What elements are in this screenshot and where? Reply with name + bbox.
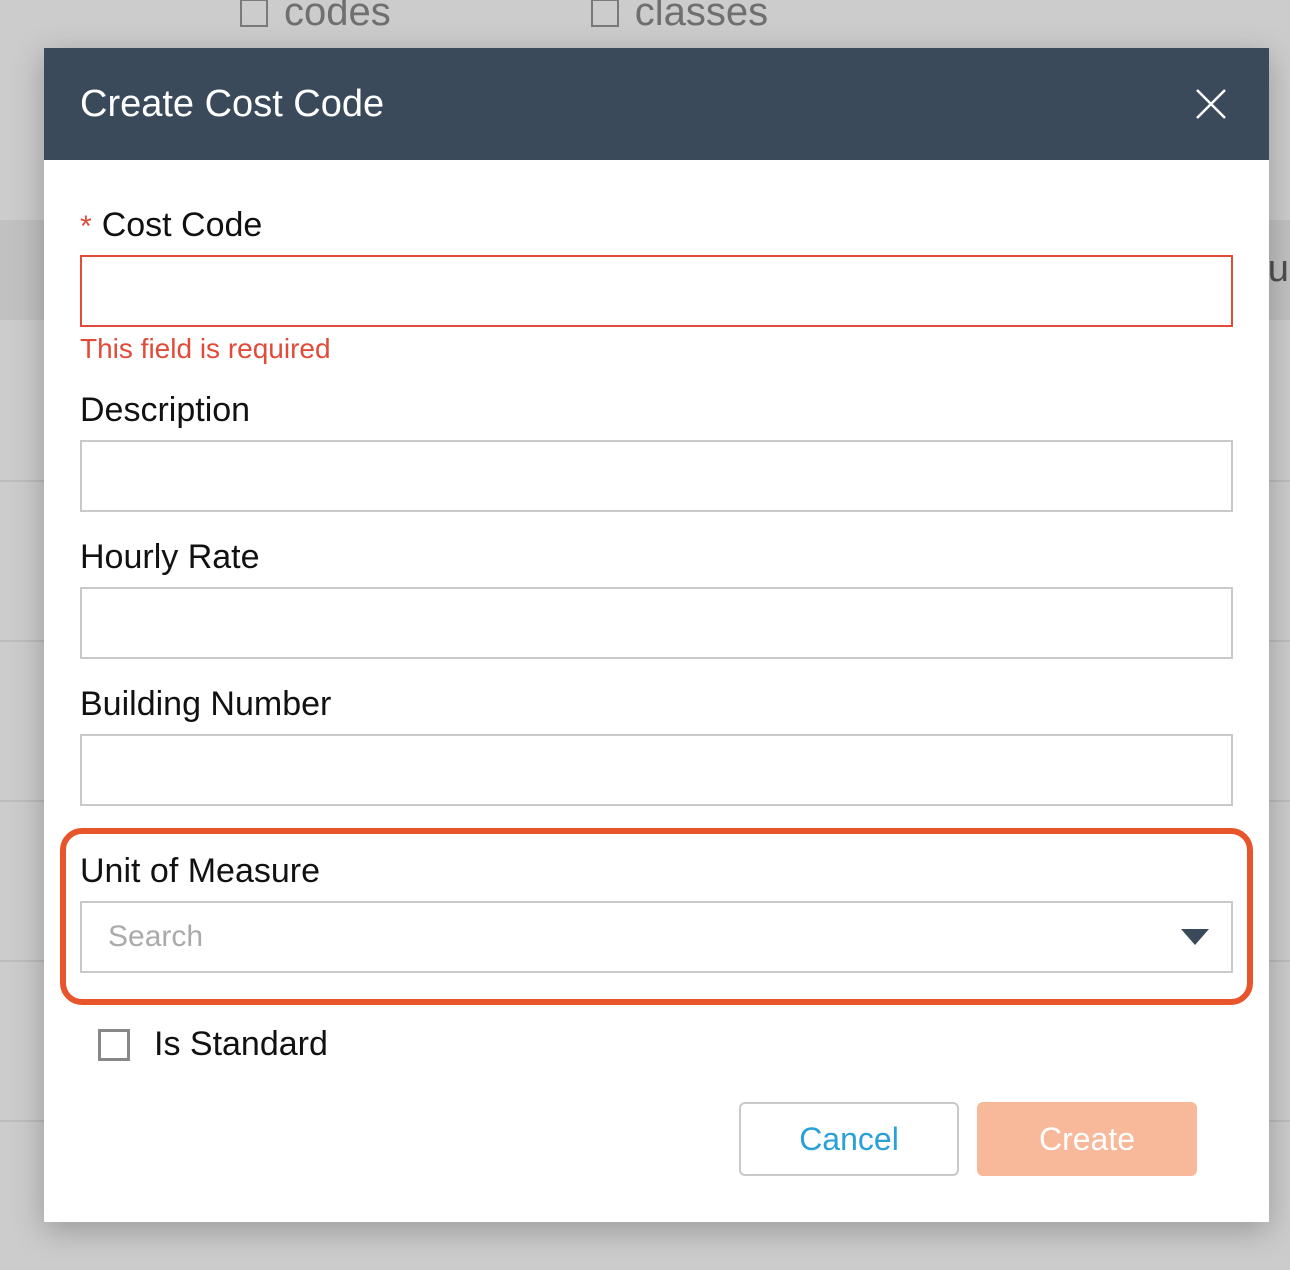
create-cost-code-modal: Create Cost Code * Cost Code This field … bbox=[44, 48, 1269, 1222]
unit-of-measure-input[interactable]: Search bbox=[80, 901, 1233, 973]
description-label: Description bbox=[80, 391, 250, 430]
field-cost-code: * Cost Code This field is required bbox=[80, 206, 1233, 365]
cost-code-input[interactable] bbox=[80, 255, 1233, 327]
unit-of-measure-label: Unit of Measure bbox=[80, 852, 320, 891]
required-asterisk: * bbox=[80, 210, 92, 244]
cancel-button[interactable]: Cancel bbox=[739, 1102, 959, 1176]
close-button[interactable] bbox=[1189, 82, 1233, 126]
hourly-rate-label: Hourly Rate bbox=[80, 538, 260, 577]
unit-of-measure-highlight: Unit of Measure Search bbox=[60, 828, 1253, 1005]
cost-code-error: This field is required bbox=[80, 333, 1233, 365]
close-icon bbox=[1193, 86, 1229, 122]
modal-header: Create Cost Code bbox=[44, 48, 1269, 160]
unit-of-measure-select[interactable]: Search bbox=[80, 901, 1233, 973]
is-standard-checkbox[interactable] bbox=[98, 1029, 130, 1061]
cost-code-label: Cost Code bbox=[102, 206, 263, 245]
field-is-standard: Is Standard bbox=[80, 1025, 1233, 1064]
field-description: Description bbox=[80, 391, 1233, 512]
unit-of-measure-placeholder: Search bbox=[108, 920, 203, 954]
cancel-button-label: Cancel bbox=[799, 1121, 899, 1158]
modal-title: Create Cost Code bbox=[80, 83, 384, 126]
hourly-rate-input[interactable] bbox=[80, 587, 1233, 659]
field-unit-of-measure: Unit of Measure Search bbox=[80, 852, 1233, 973]
create-button[interactable]: Create bbox=[977, 1102, 1197, 1176]
field-building-number: Building Number bbox=[80, 685, 1233, 806]
is-standard-label: Is Standard bbox=[154, 1025, 328, 1064]
cost-code-label-row: * Cost Code bbox=[80, 206, 1233, 245]
building-number-label: Building Number bbox=[80, 685, 331, 724]
create-button-label: Create bbox=[1039, 1121, 1135, 1158]
modal-footer: Cancel Create bbox=[80, 1082, 1233, 1212]
modal-body: * Cost Code This field is required Descr… bbox=[44, 160, 1269, 1222]
description-input[interactable] bbox=[80, 440, 1233, 512]
field-hourly-rate: Hourly Rate bbox=[80, 538, 1233, 659]
building-number-input[interactable] bbox=[80, 734, 1233, 806]
